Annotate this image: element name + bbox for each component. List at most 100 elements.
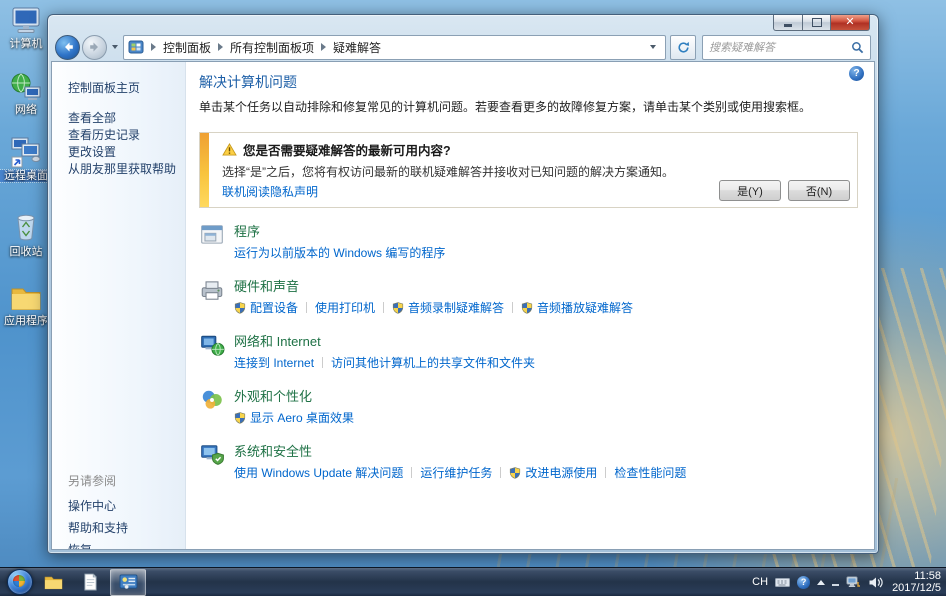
search-placeholder: 搜索疑难解答 <box>709 39 851 55</box>
link-display-aero-effects[interactable]: 显示 Aero 桌面效果 <box>234 409 354 426</box>
divider <box>500 467 501 478</box>
sidebar-item-change-settings[interactable]: 更改设置 <box>68 146 185 158</box>
breadcrumb-troubleshooting[interactable]: 疑难解答 <box>333 39 381 56</box>
category-title-appearance[interactable]: 外观和个性化 <box>234 386 354 405</box>
uac-shield-icon <box>234 412 246 424</box>
banner-buttons: 是(Y) 否(N) <box>712 180 850 201</box>
sidebar-item-view-all[interactable]: 查看全部 <box>68 112 185 124</box>
taskbar-clock[interactable]: 11:58 2017/12/5 <box>892 570 941 594</box>
breadcrumb-control-panel[interactable]: 控制面板 <box>163 39 211 56</box>
link-run-maintenance-tasks[interactable]: 运行维护任务 <box>420 464 492 481</box>
help-tray-icon[interactable]: ? <box>797 576 810 589</box>
main-pane: ? 解决计算机问题 单击某个任务以自动排除和修复常见的计算机问题。若要查看更多的… <box>186 62 874 549</box>
link-access-shared-files[interactable]: 访问其他计算机上的共享文件和文件夹 <box>331 354 535 371</box>
desktop-icon-computer[interactable]: 计算机 <box>0 6 52 50</box>
link-configure-device[interactable]: 配置设备 <box>234 299 298 316</box>
sidebar: 控制面板主页 查看全部 查看历史记录 更改设置 从朋友那里获取帮助 另请参阅 操… <box>52 62 186 549</box>
desktop-icon-label: 回收站 <box>0 246 52 258</box>
language-bar-minimize[interactable] <box>832 578 839 586</box>
desktop-icon-apps-folder[interactable]: 应用程序 <box>0 283 52 327</box>
category-title-hardware-sound[interactable]: 硬件和声音 <box>234 276 633 295</box>
desktop-icon-remote-desktop[interactable]: 远程桌面 <box>0 136 52 182</box>
system-security-icon <box>199 442 225 468</box>
warning-icon <box>222 143 237 156</box>
link-improve-power-usage[interactable]: 改进电源使用 <box>509 464 597 481</box>
no-button[interactable]: 否(N) <box>788 180 850 201</box>
desktop-icon-label: 网络 <box>0 104 52 116</box>
dash-icon <box>832 584 839 586</box>
taskbar-notepad-button[interactable] <box>73 570 107 595</box>
divider <box>411 467 412 478</box>
link-connect-to-internet[interactable]: 连接到 Internet <box>234 354 314 371</box>
desktop-icon-network[interactable]: 网络 <box>0 72 52 116</box>
sidebar-item-recovery[interactable]: 恢复 <box>68 541 179 550</box>
network-globe-icon <box>9 72 43 102</box>
back-arrow-icon <box>62 41 74 53</box>
taskbar-troubleshooting-button[interactable] <box>110 569 146 596</box>
close-button[interactable]: ✕ <box>831 15 870 31</box>
yes-button[interactable]: 是(Y) <box>719 180 781 201</box>
category-title-programs[interactable]: 程序 <box>234 221 445 240</box>
hardware-sound-icon <box>199 277 225 303</box>
explorer-folder-icon <box>43 574 64 591</box>
category-title-network-internet[interactable]: 网络和 Internet <box>234 331 535 350</box>
link-check-performance-issues[interactable]: 检查性能问题 <box>614 464 686 481</box>
help-icon[interactable]: ? <box>849 66 864 81</box>
history-dropdown-icon[interactable] <box>112 45 118 49</box>
divider <box>605 467 606 478</box>
sidebar-item-get-help-from-friend[interactable]: 从朋友那里获取帮助 <box>68 163 185 175</box>
address-bar[interactable]: 控制面板 所有控制面板项 疑难解答 <box>123 35 666 60</box>
banner-description: 选择“是”之后，您将有权访问最新的联机疑难解答并接收对已知问题的解决方案通知。 <box>222 163 847 180</box>
computer-icon <box>9 6 43 36</box>
sidebar-item-control-panel-home[interactable]: 控制面板主页 <box>68 79 185 96</box>
link-windows-update-fix[interactable]: 使用 Windows Update 解决问题 <box>234 464 403 481</box>
start-button[interactable] <box>7 569 33 595</box>
link-run-older-programs[interactable]: 运行为以前版本的 Windows 编写的程序 <box>234 244 445 261</box>
taskbar-explorer-button[interactable] <box>36 570 70 595</box>
desktop-icon-recycle-bin[interactable]: 回收站 <box>0 210 52 258</box>
language-indicator[interactable]: CH <box>752 576 768 588</box>
refresh-button[interactable] <box>670 35 696 60</box>
category-title-system-security[interactable]: 系统和安全性 <box>234 441 686 460</box>
address-dropdown-icon[interactable] <box>650 45 656 49</box>
desktop-icon-label: 远程桌面 <box>0 170 52 182</box>
minimize-button[interactable] <box>773 15 803 31</box>
clock-date: 2017/12/5 <box>892 582 941 594</box>
category-network-internet: 网络和 Internet 连接到 Internet 访问其他计算机上的共享文件和… <box>199 331 858 371</box>
divider <box>322 357 323 368</box>
search-input[interactable]: 搜索疑难解答 <box>702 35 871 60</box>
link-audio-playback-troubleshooter[interactable]: 音频播放疑难解答 <box>521 299 633 316</box>
sidebar-item-help-and-support[interactable]: 帮助和支持 <box>68 519 179 536</box>
maximize-button[interactable] <box>803 15 831 31</box>
show-hidden-icons-button[interactable] <box>817 580 825 585</box>
forward-arrow-icon <box>89 41 101 53</box>
troubleshooting-window-icon <box>119 574 138 590</box>
desktop: 计算机 网络 远程桌面 回收站 <box>0 0 946 596</box>
sidebar-item-view-history[interactable]: 查看历史记录 <box>68 129 185 141</box>
breadcrumb-all-items[interactable]: 所有控制面板项 <box>230 39 314 56</box>
page-subtitle: 单击某个任务以自动排除和修复常见的计算机问题。若要查看更多的故障修复方案，请单击… <box>199 98 858 115</box>
sidebar-item-action-center[interactable]: 操作中心 <box>68 497 179 514</box>
see-also-section: 另请参阅 操作中心 帮助和支持 恢复 <box>68 472 179 550</box>
divider <box>306 302 307 313</box>
forward-button[interactable] <box>82 35 107 60</box>
keyboard-layout-icon[interactable] <box>775 577 790 588</box>
uac-shield-icon <box>521 302 533 314</box>
uac-shield-icon <box>234 302 246 314</box>
category-appearance-personalization: 外观和个性化 显示 Aero 桌面效果 <box>199 386 858 426</box>
search-icon[interactable] <box>851 41 864 54</box>
back-button[interactable] <box>55 35 80 60</box>
update-content-banner: 您是否需要疑难解答的最新可用内容? 选择“是”之后，您将有权访问最新的联机疑难解… <box>199 132 858 208</box>
desktop-icon-label: 计算机 <box>0 38 52 50</box>
appearance-icon <box>199 387 225 413</box>
caption-buttons: ✕ <box>773 15 870 31</box>
link-audio-recording-troubleshooter[interactable]: 音频录制疑难解答 <box>392 299 504 316</box>
volume-tray-icon[interactable] <box>868 576 883 589</box>
breadcrumb-separator-icon <box>151 43 156 51</box>
category-hardware-and-sound: 硬件和声音 配置设备 使用打印机 音频录制疑难解答 音频播放疑难解答 <box>199 276 858 316</box>
remote-desktop-icon <box>9 136 43 168</box>
network-tray-icon[interactable] <box>846 576 861 589</box>
notepad-icon <box>83 573 98 591</box>
link-use-printer[interactable]: 使用打印机 <box>315 299 375 316</box>
clock-time: 11:58 <box>892 570 941 582</box>
